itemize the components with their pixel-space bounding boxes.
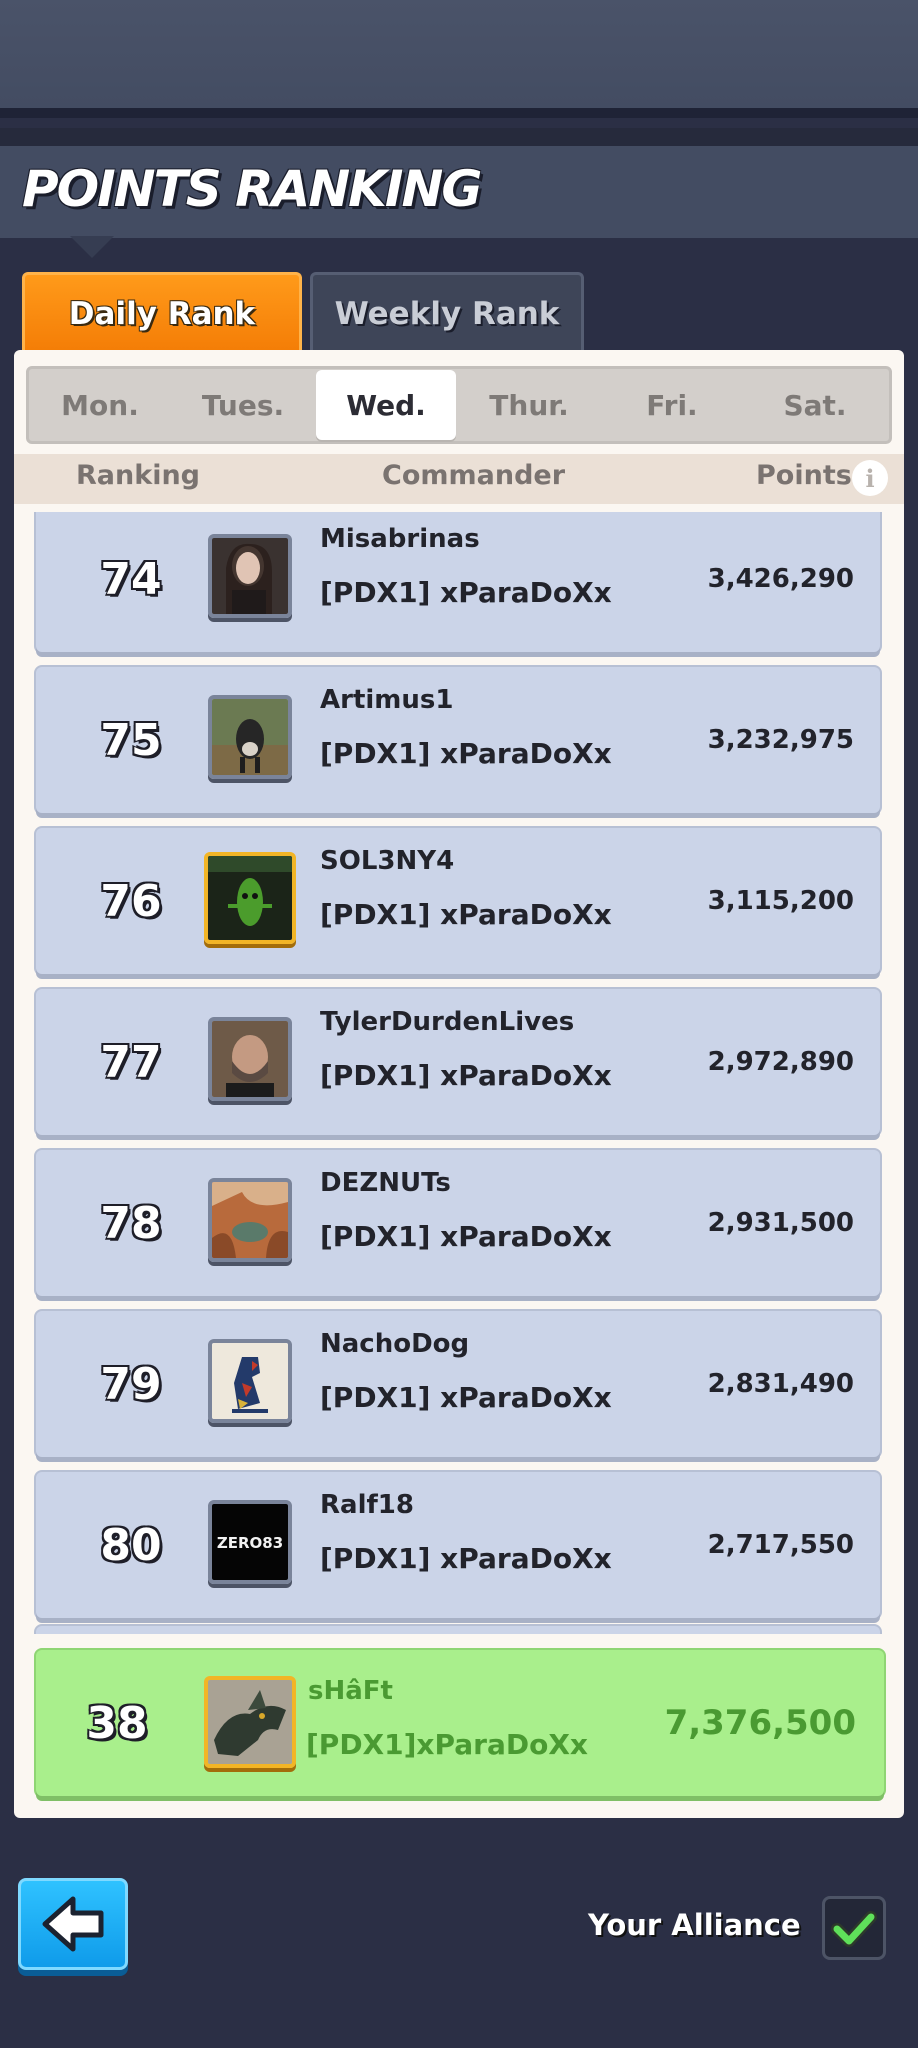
table-row[interactable]: 80 ZERO83 Ralf18 [PDX1] xParaDoXx 2,717,… — [36, 1472, 880, 1618]
day-tab-sat[interactable]: Sat. — [745, 370, 885, 440]
top-bar-shadow — [0, 128, 918, 146]
avatar[interactable] — [208, 695, 292, 779]
pickle-character-icon — [208, 856, 292, 940]
points-value: 7,376,500 — [664, 1703, 856, 1743]
cow-photo-icon — [212, 699, 288, 775]
canyon-photo-icon — [212, 1182, 288, 1258]
table-row[interactable]: 74 Misabrinas [PDX1] xParaDoXx 3,426,290 — [36, 512, 880, 652]
avatar[interactable]: ZERO83 — [208, 1500, 292, 1584]
avatar[interactable] — [204, 1676, 296, 1768]
points-value: 3,426,290 — [707, 564, 854, 594]
avatar[interactable] — [204, 852, 296, 944]
portrait-man-icon — [212, 1021, 288, 1097]
rank-number: 76 — [100, 875, 162, 927]
table-row[interactable]: 78 DEZNUTs [PDX1] xParaDoXx 2,931,500 — [36, 1150, 880, 1296]
commander-name: TylerDurdenLives — [320, 1007, 575, 1037]
avatar-logo-text: ZERO83 — [217, 1534, 283, 1552]
top-bar — [0, 0, 918, 118]
portrait-woman-icon — [212, 538, 288, 614]
table-row[interactable]: 79 NachoDog [PDX1] xParaDoXx 2,831,490 — [36, 1311, 880, 1457]
dog-art-icon — [212, 1343, 288, 1419]
rank-number: 80 — [100, 1519, 162, 1571]
your-alliance-label: Your Alliance — [588, 1908, 801, 1942]
points-value: 2,931,500 — [707, 1208, 854, 1238]
alliance-name: [PDX1] xParaDoXx — [320, 898, 612, 931]
alliance-name: [PDX1] xParaDoXx — [320, 1542, 612, 1575]
my-rank-row[interactable]: 38 sHâFt [PDX1]xParaDoXx 7,376,500 — [36, 1650, 884, 1796]
day-tab-mon[interactable]: Mon. — [30, 370, 170, 440]
tab-weekly-rank[interactable]: Weekly Rank — [310, 272, 584, 352]
rank-number: 77 — [100, 1036, 162, 1088]
alliance-name: [PDX1]xParaDoXx — [306, 1728, 588, 1761]
day-tab-fri[interactable]: Fri. — [602, 370, 742, 440]
avatar[interactable] — [208, 1178, 292, 1262]
avatar[interactable] — [208, 1017, 292, 1101]
alliance-name: [PDX1] xParaDoXx — [320, 1059, 612, 1092]
table-row[interactable]: 75 Artimus1 [PDX1] xParaDoXx 3,232,975 — [36, 667, 880, 813]
day-tab-thur[interactable]: Thur. — [459, 370, 599, 440]
commander-name: sHâFt — [308, 1676, 393, 1706]
rank-number: 75 — [100, 714, 162, 766]
day-tab-wed[interactable]: Wed. — [316, 370, 456, 440]
info-icon[interactable]: i — [852, 460, 888, 496]
table-row[interactable]: 76 SOL3NY4 [PDX1] xParaDoXx 3,115,200 — [36, 828, 880, 974]
table-row[interactable] — [36, 1626, 880, 1634]
points-value: 3,115,200 — [707, 886, 854, 916]
avatar[interactable] — [208, 1339, 292, 1423]
alliance-name: [PDX1] xParaDoXx — [320, 1220, 612, 1253]
rank-number: 79 — [100, 1358, 162, 1410]
rank-number: 38 — [86, 1697, 148, 1749]
column-ranking: Ranking — [76, 460, 200, 491]
dragon-art-icon — [208, 1680, 292, 1764]
alliance-name: [PDX1] xParaDoXx — [320, 737, 612, 770]
page-title: POINTS RANKING — [22, 160, 482, 218]
points-value: 2,831,490 — [707, 1369, 854, 1399]
checkmark-icon — [831, 1911, 877, 1947]
points-value: 2,717,550 — [707, 1530, 854, 1560]
back-button[interactable] — [18, 1878, 128, 1970]
points-value: 3,232,975 — [707, 725, 854, 755]
day-tab-tues[interactable]: Tues. — [173, 370, 313, 440]
commander-name: NachoDog — [320, 1329, 470, 1359]
rank-number: 78 — [100, 1197, 162, 1249]
column-commander: Commander — [382, 460, 566, 491]
commander-name: Ralf18 — [320, 1490, 414, 1520]
title-fold — [70, 236, 114, 258]
arrow-left-icon — [42, 1896, 104, 1952]
points-value: 2,972,890 — [707, 1047, 854, 1077]
ranking-list[interactable]: 74 Misabrinas [PDX1] xParaDoXx 3,426,290… — [14, 512, 904, 1634]
column-points: Points — [756, 460, 852, 491]
commander-name: SOL3NY4 — [320, 846, 455, 876]
commander-name: Misabrinas — [320, 524, 480, 554]
table-row[interactable]: 77 TylerDurdenLives [PDX1] xParaDoXx 2,9… — [36, 989, 880, 1135]
alliance-name: [PDX1] xParaDoXx — [320, 576, 612, 609]
avatar[interactable] — [208, 534, 292, 618]
alliance-name: [PDX1] xParaDoXx — [320, 1381, 612, 1414]
your-alliance-checkbox[interactable] — [822, 1896, 886, 1960]
commander-name: DEZNUTs — [320, 1168, 451, 1198]
zero83-logo-icon: ZERO83 — [212, 1504, 288, 1580]
rank-number: 74 — [100, 553, 162, 605]
tab-daily-rank[interactable]: Daily Rank — [22, 272, 302, 352]
commander-name: Artimus1 — [320, 685, 454, 715]
